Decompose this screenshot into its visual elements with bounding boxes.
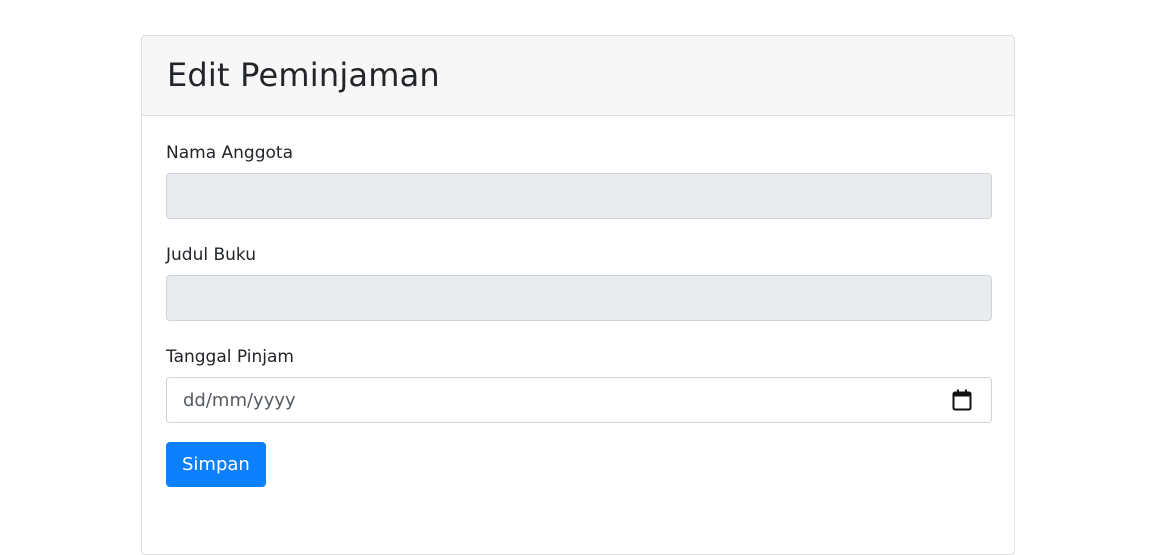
loan-date-group: Tanggal Pinjam dd/mm/yyyy	[166, 345, 992, 423]
member-name-field[interactable]	[166, 173, 992, 219]
page-title: Edit Peminjaman	[167, 56, 440, 94]
edit-loan-card: Edit Peminjaman Nama Anggota Judul Buku …	[141, 35, 1015, 555]
card-header: Edit Peminjaman	[142, 36, 1014, 116]
member-name-group: Nama Anggota	[166, 141, 992, 219]
save-button[interactable]: Simpan	[166, 442, 266, 487]
edit-loan-form: Nama Anggota Judul Buku Tanggal Pinjam d…	[142, 116, 1014, 487]
book-title-field[interactable]	[166, 275, 992, 321]
member-name-label: Nama Anggota	[166, 143, 293, 163]
loan-date-label: Tanggal Pinjam	[166, 347, 294, 367]
calendar-icon[interactable]	[952, 389, 972, 411]
loan-date-placeholder: dd/mm/yyyy	[183, 389, 296, 411]
book-title-group: Judul Buku	[166, 243, 992, 321]
loan-date-field[interactable]: dd/mm/yyyy	[166, 377, 992, 423]
book-title-label: Judul Buku	[166, 245, 257, 265]
